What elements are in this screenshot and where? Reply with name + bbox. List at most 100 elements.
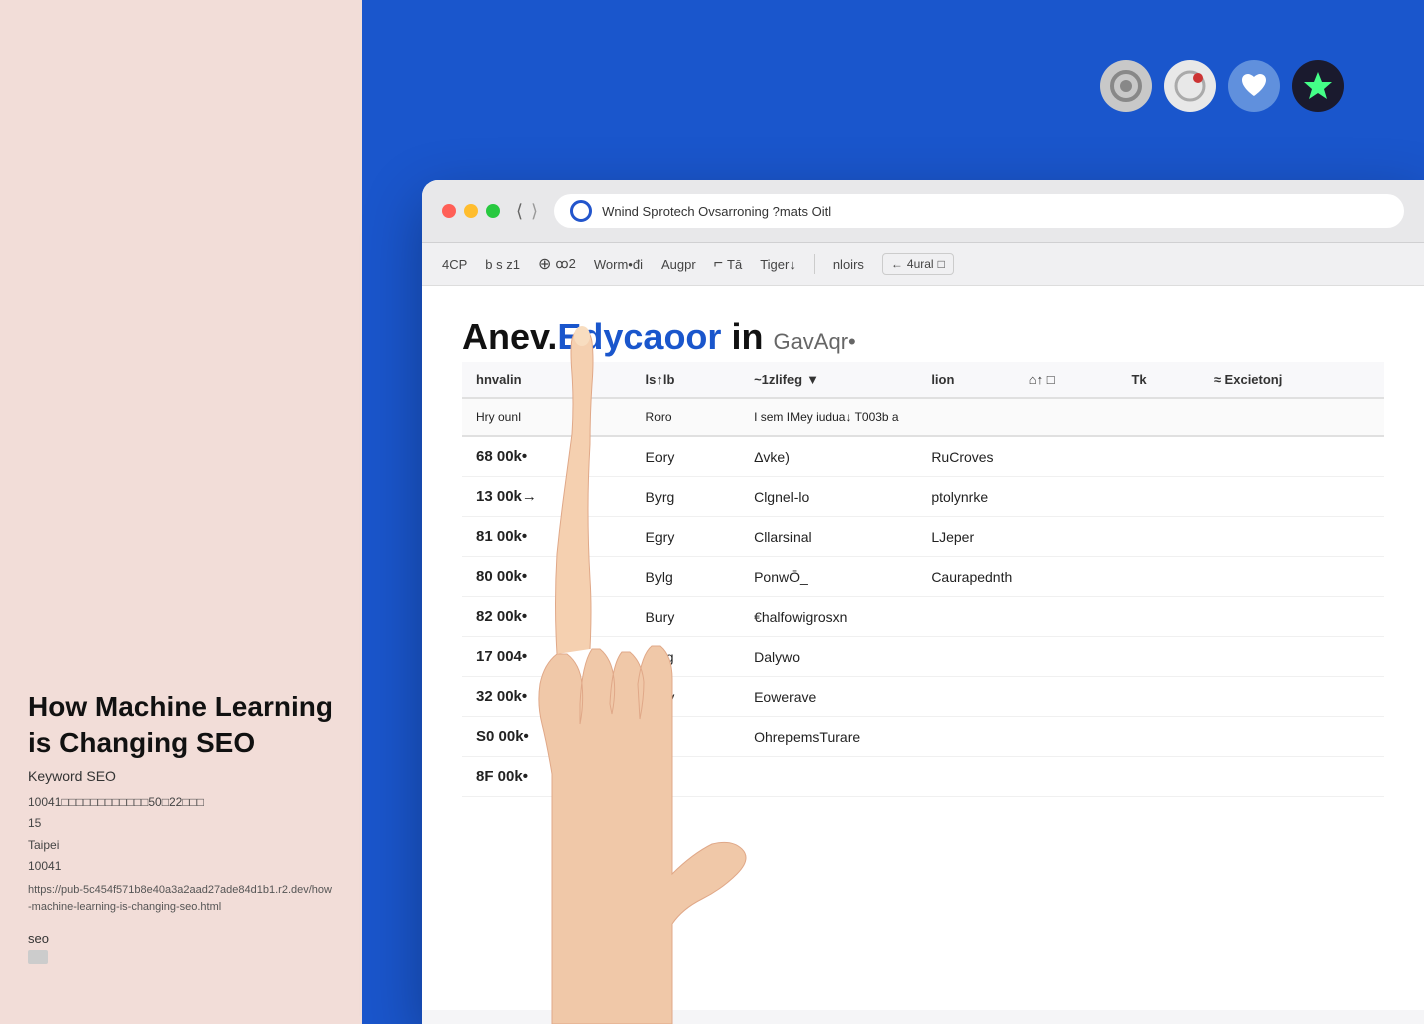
toolbar-item-nloirs[interactable]: nloirs — [833, 257, 864, 272]
row-col2-6: Rylg — [632, 637, 741, 677]
toolbar-tiger-label: Tiger↓ — [760, 257, 796, 272]
toolbar-ta-label: Tā — [727, 257, 742, 272]
traffic-light-green[interactable] — [486, 204, 500, 218]
row-col2-8: Nilly — [632, 717, 741, 757]
header-black-1: Anev. — [462, 316, 557, 357]
table-row: 68 00k• Eory Δvke) RuCroves — [462, 436, 1384, 477]
toolbar-item-tiger[interactable]: Tiger↓ — [760, 257, 796, 272]
toolbar-aural-box: □ — [938, 257, 945, 271]
row-volume-2: 13 00k→ — [462, 477, 632, 517]
table-row: 80 00k• Bylg PonwŌ_ Caurapednth — [462, 557, 1384, 597]
browser-window: ⟨ ⟩ Wnind Sprotech Ovsarroning ?mats Oit… — [422, 180, 1424, 1024]
header-black-2: in — [721, 316, 763, 357]
data-table: hnvalin ls↑lb ~1zlifeg ▼ lion ⌂↑ □ Tk ≈ … — [462, 362, 1384, 797]
col-header-2: ls↑lb — [632, 362, 741, 398]
row-volume-5: 82 00k• — [462, 597, 632, 637]
sub-col-1: Hry ounI — [462, 398, 632, 436]
row-volume-7: 32 00k• — [462, 677, 632, 717]
toolbar-nloirs-label: nloirs — [833, 257, 864, 272]
article-meta: 10041□□□□□□□□□□□□50□22□□□ 15 Taipei 1004… — [28, 792, 334, 878]
row-col3-2: Clgnel-lo — [740, 477, 917, 517]
toolbar-item-augpr[interactable]: Augpr — [661, 257, 696, 272]
table-row: 17 004• Rylg Dalywo — [462, 637, 1384, 677]
header-blue: Edycaoor — [557, 316, 721, 357]
table-header-row: hnvalin ls↑lb ~1zlifeg ▼ lion ⌂↑ □ Tk ≈ … — [462, 362, 1384, 398]
toolbar-label-1: 4CP — [442, 257, 467, 272]
browser-chrome: ⟨ ⟩ Wnind Sprotech Ovsarroning ?mats Oit… — [422, 180, 1424, 243]
toolbar-aural-label: 4ural — [907, 257, 934, 271]
table-row: 32 00k• Bory Eowerave — [462, 677, 1384, 717]
col-header-4: lion — [917, 362, 1014, 398]
browser-content: Anev.Edycaoor in GavAqr• hnvalin ls↑lb ~… — [422, 286, 1424, 1010]
toolbar-ta-icon: ⌐ — [714, 255, 723, 273]
icon-circle-4 — [1292, 60, 1344, 112]
toolbar-label-3: ⊕ — [538, 254, 551, 274]
table-sub-header-row: Hry ounI Roro I sem IMey iudua↓ T003b a — [462, 398, 1384, 436]
top-icons-area — [1100, 60, 1344, 112]
sort-icon: ▼ — [806, 372, 819, 387]
table-row: 82 00k• Bury €halfowigrosxn — [462, 597, 1384, 637]
toolbar-item-2[interactable]: b s z1 — [485, 257, 520, 272]
header-subtitle: GavAqr• — [773, 329, 855, 354]
table-row: 13 00k→ Byrg Clgnel-lo ptolynrke — [462, 477, 1384, 517]
toolbar-item-3[interactable]: ⊕ ꝏ2 — [538, 254, 576, 274]
seo-icon — [28, 950, 48, 964]
toolbar-item-ta[interactable]: ⌐ Tā — [714, 255, 743, 273]
row-col2-3: Egry — [632, 517, 741, 557]
article-title: How Machine Learning is Changing SEO — [28, 689, 334, 762]
row-volume-6: 17 004• — [462, 637, 632, 677]
traffic-light-red[interactable] — [442, 204, 456, 218]
sub-col-3: I sem IMey iudua↓ T003b a — [740, 398, 1384, 436]
row-volume-3: 81 00k• — [462, 517, 632, 557]
address-bar-text: Wnind Sprotech Ovsarroning ?mats Oitl — [602, 204, 831, 219]
left-sidebar: How Machine Learning is Changing SEO Key… — [0, 0, 362, 1024]
row-col2-2: Byrg — [632, 477, 741, 517]
toolbar-aural-icon: ← — [891, 257, 903, 271]
toolbar-augpr-label: Augpr — [661, 257, 696, 272]
traffic-light-yellow[interactable] — [464, 204, 478, 218]
toolbar-item-aural[interactable]: ← 4ural □ — [882, 253, 954, 275]
col-header-3: ~1zlifeg ▼ — [740, 362, 917, 398]
row-col3-7: Eowerave — [740, 677, 1384, 717]
icon-circle-2 — [1164, 60, 1216, 112]
row-col3-4: PonwŌ_ — [740, 557, 917, 597]
resize-icon: □ — [1047, 372, 1055, 387]
page-header: Anev.Edycaoor in GavAqr• — [462, 316, 1384, 358]
row-col3-8: OhrepemsTurare — [740, 717, 1384, 757]
article-subtitle: Keyword SEO — [28, 768, 334, 784]
traffic-lights — [442, 204, 500, 218]
col-header-7: ≈ Excietonj — [1200, 362, 1384, 398]
table-row: 81 00k• Egry Cllarsinal LJeper — [462, 517, 1384, 557]
seo-label: seo — [28, 931, 334, 946]
nav-forward-icon[interactable]: ⟩ — [531, 201, 538, 222]
row-col3-9 — [740, 757, 1384, 797]
sub-col-2: Roro — [632, 398, 741, 436]
toolbar-separator — [814, 254, 815, 274]
row-col4-2: ptolynrke — [917, 477, 1384, 517]
icon-circle-3 — [1228, 60, 1280, 112]
filter-dropdown[interactable]: ~1zlifeg ▼ — [754, 372, 903, 387]
row-col4-3: LJeper — [917, 517, 1384, 557]
row-col2-5: Bury — [632, 597, 741, 637]
toolbar-item-worn[interactable]: Worm•đi — [594, 257, 643, 272]
table-row: S0 00k• Nilly OhrepemsTurare — [462, 717, 1384, 757]
col-header-6: Tk — [1117, 362, 1199, 398]
row-col3-6: Dalywo — [740, 637, 1384, 677]
toolbar-item-1[interactable]: 4CP — [442, 257, 467, 272]
row-col3-5: €halfowigrosxn — [740, 597, 1384, 637]
col-header-5: ⌂↑ □ — [1015, 362, 1118, 398]
address-bar[interactable]: Wnind Sprotech Ovsarroning ?mats Oitl — [554, 194, 1404, 228]
row-volume-9: 8F 00k• — [462, 757, 632, 797]
col-header-1: hnvalin — [462, 362, 632, 398]
row-volume-1: 68 00k• — [462, 436, 632, 477]
row-col2-7: Bory — [632, 677, 741, 717]
row-col2-9 — [632, 757, 741, 797]
right-panel: ⟨ ⟩ Wnind Sprotech Ovsarroning ?mats Oit… — [362, 0, 1424, 1024]
page-header-text: Anev.Edycaoor in GavAqr• — [462, 316, 856, 357]
nav-buttons: ⟨ ⟩ — [516, 201, 538, 222]
toolbar-label-3b: ꝏ2 — [555, 256, 575, 272]
row-col2-4: Bylg — [632, 557, 741, 597]
row-volume-8: S0 00k• — [462, 717, 632, 757]
nav-back-icon[interactable]: ⟨ — [516, 201, 523, 222]
row-col2-1: Eory — [632, 436, 741, 477]
